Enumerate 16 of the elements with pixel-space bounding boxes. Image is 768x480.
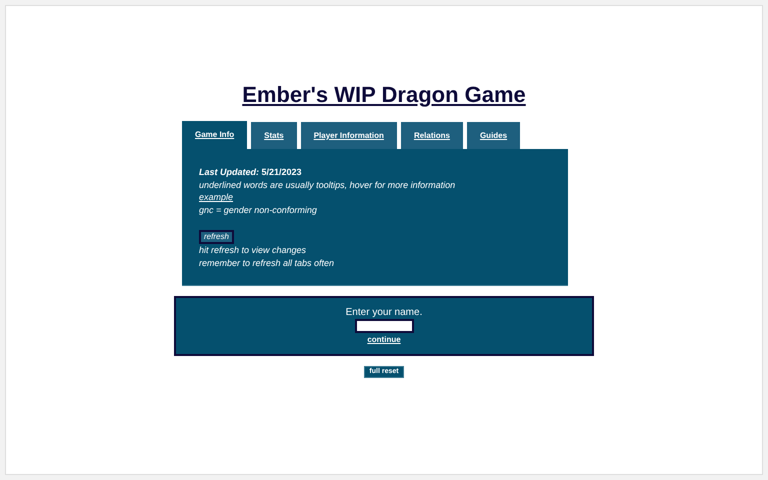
info-text: gnc = gender non-conforming (199, 204, 318, 217)
tab[interactable]: Player Information (300, 122, 397, 149)
name-input-field[interactable] (354, 319, 414, 333)
info-text: hit refresh to view changes (199, 244, 308, 257)
info-text: underlined words are usually tooltips, hover for more information (199, 178, 456, 192)
tab[interactable]: Relations (400, 122, 463, 149)
tooltip-word[interactable]: example (199, 191, 234, 204)
page-title: Ember's WIP Dragon Game (242, 81, 526, 109)
tab[interactable]: Stats (251, 122, 297, 149)
continue-link[interactable]: continue (367, 334, 401, 345)
tab[interactable]: Game Info (182, 121, 248, 149)
refresh-button[interactable]: refresh (199, 230, 234, 244)
info-text: remember to refresh all tabs often (199, 256, 336, 270)
name-prompt-text: Enter your name. (346, 306, 422, 319)
last-updated-text: Last Updated: 5/21/2023 (199, 166, 303, 179)
tab[interactable]: Guides (466, 122, 520, 149)
